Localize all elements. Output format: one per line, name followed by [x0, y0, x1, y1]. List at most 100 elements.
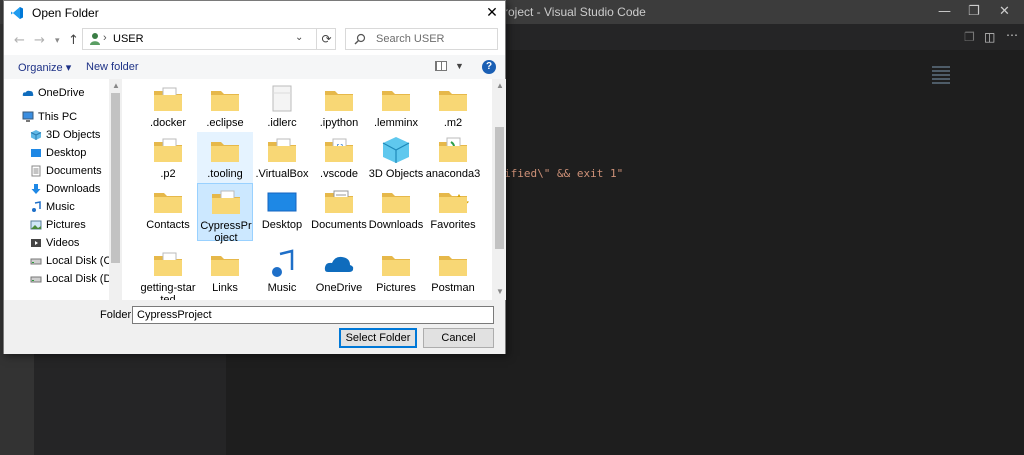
file-scroll-thumb[interactable]: [495, 127, 504, 249]
folder-item-contacts[interactable]: Contacts: [140, 183, 196, 241]
folder-item-getting-started[interactable]: getting-started: [140, 246, 196, 300]
minimap[interactable]: [932, 66, 950, 84]
select-folder-button[interactable]: Select Folder: [339, 328, 417, 348]
folder-item-virtualbox[interactable]: .VirtualBox: [254, 132, 310, 190]
folder-item-label: .m2: [443, 117, 463, 129]
organize-button[interactable]: Organize ▾: [18, 61, 71, 74]
sidebar-item-local-disk-d[interactable]: Local Disk (D:): [4, 271, 122, 289]
sidebar-item-documents[interactable]: Documents: [4, 163, 122, 181]
sidebar-item-downloads[interactable]: Downloads: [4, 181, 122, 199]
sidebar-item-local-disk-c[interactable]: Local Disk (C:): [4, 253, 122, 271]
recent-dropdown-icon[interactable]: ▾: [55, 36, 60, 46]
close-window-icon[interactable]: ✕: [999, 4, 1010, 19]
folder-item-onedrive[interactable]: OneDrive: [311, 246, 367, 300]
folder-item-downloads[interactable]: Downloads: [368, 183, 424, 241]
scroll-down-icon[interactable]: ▼: [496, 287, 504, 296]
folder-item-label: .lemminx: [373, 117, 418, 129]
folder-item-label: Contacts: [146, 219, 190, 231]
restore-icon[interactable]: ❐: [968, 4, 980, 19]
new-folder-button[interactable]: New folder: [86, 61, 139, 73]
folder-item-label: .vscode: [320, 168, 358, 180]
view-dropdown-icon[interactable]: ▼: [455, 61, 464, 71]
downloads-icon: [30, 183, 42, 195]
close-icon[interactable]: ✕: [482, 3, 502, 23]
folder-label: Folder:: [100, 309, 135, 321]
dialog-titlebar: Open Folder ✕: [4, 1, 505, 25]
dialog-title: Open Folder: [32, 6, 99, 20]
folder-item-links[interactable]: Links: [197, 246, 253, 300]
up-icon[interactable]: ↑: [68, 33, 79, 48]
sidebar-item-videos[interactable]: Videos: [4, 235, 122, 253]
folder-item-label: Music: [267, 282, 297, 294]
search-icon: [354, 33, 366, 45]
folder-item-eclipse[interactable]: .eclipse: [197, 81, 253, 139]
folder-name-field[interactable]: [132, 306, 494, 324]
folder-item-lemminx[interactable]: .lemminx: [368, 81, 424, 139]
folder-item-docker[interactable]: .docker: [140, 81, 196, 139]
folder-item-label: .VirtualBox: [255, 168, 309, 180]
dialog-footer: Folder: Select Folder Cancel: [4, 300, 505, 354]
sidebar-item-label: Pictures: [46, 219, 86, 231]
address-bar[interactable]: › USER ⌄ ⟳: [82, 28, 336, 50]
folder-item-label: Favorites: [430, 219, 476, 231]
folder-item-documents[interactable]: Documents: [311, 183, 367, 241]
copy-icon[interactable]: ❐: [964, 30, 975, 44]
folder-item-label: anaconda3: [425, 168, 481, 180]
user-folder-icon: [90, 33, 100, 45]
sidebar-item-label: OneDrive: [38, 87, 85, 99]
sidebar-item-music[interactable]: Music: [4, 199, 122, 217]
folder-item-m2[interactable]: .m2: [425, 81, 481, 139]
folder-item-idlerc[interactable]: .idlerc: [254, 81, 310, 139]
sidebar-item-label: Local Disk (C:): [46, 255, 119, 267]
folder-item-cypressproject[interactable]: CypressProject: [197, 183, 253, 244]
folder-item-music[interactable]: Music: [254, 246, 310, 300]
folder-item-vscode[interactable]: {}.vscode: [311, 132, 367, 190]
3d-objects-icon: [30, 129, 42, 141]
folder-item-p2[interactable]: .p2: [140, 132, 196, 190]
more-actions-icon[interactable]: ⋯: [1006, 28, 1018, 42]
music-icon: [30, 201, 42, 213]
folder-item-label: getting-started: [140, 282, 196, 300]
sidebar-item-label: Videos: [46, 237, 80, 249]
breadcrumb-user[interactable]: USER: [113, 33, 144, 45]
command-bar: Organize ▾ New folder ▼ ?: [4, 55, 505, 79]
view-options-icon[interactable]: [435, 61, 447, 71]
minimize-icon[interactable]: —: [938, 4, 951, 19]
folder-item-pictures[interactable]: Pictures: [368, 246, 424, 300]
folder-item-ipython[interactable]: .ipython: [311, 81, 367, 139]
folder-item-anaconda3[interactable]: anaconda3: [425, 132, 481, 190]
folder-item-label: Downloads: [368, 219, 424, 231]
onedrive-icon: [22, 87, 34, 99]
file-scrollbar[interactable]: ▲ ▼: [493, 79, 506, 300]
folder-item-tooling[interactable]: .tooling: [197, 132, 253, 190]
folder-item-label: CypressProject: [200, 220, 252, 244]
cancel-button[interactable]: Cancel: [423, 328, 494, 348]
back-icon[interactable]: ←: [14, 33, 25, 48]
folder-item-label: OneDrive: [315, 282, 363, 294]
scroll-up-icon[interactable]: ▲: [112, 81, 120, 90]
nav-scrollbar[interactable]: ▲: [109, 79, 122, 300]
vscode-icon: [11, 7, 23, 19]
sidebar-item-pictures[interactable]: Pictures: [4, 217, 122, 235]
chevron-down-icon[interactable]: ⌄: [295, 32, 303, 43]
folder-item-favorites[interactable]: Favorites: [425, 183, 481, 241]
scroll-up-icon[interactable]: ▲: [496, 81, 504, 90]
folder-item-label: Postman: [431, 282, 475, 294]
sidebar-item-3d-objects[interactable]: 3D Objects: [4, 127, 122, 145]
search-box[interactable]: Search USER: [345, 28, 498, 50]
folder-item-desktop[interactable]: Desktop: [254, 183, 310, 241]
vscode-title: roject - Visual Studio Code: [504, 5, 646, 19]
help-icon[interactable]: ?: [482, 60, 496, 74]
drive-icon: [30, 255, 42, 267]
sidebar-item-desktop[interactable]: Desktop: [4, 145, 122, 163]
nav-scroll-thumb[interactable]: [111, 93, 120, 263]
split-editor-icon[interactable]: ◫: [984, 30, 995, 44]
forward-icon[interactable]: →: [34, 33, 45, 48]
sidebar-item-onedrive[interactable]: OneDrive: [4, 85, 122, 103]
folder-item-label: .eclipse: [206, 117, 244, 129]
refresh-icon[interactable]: ⟳: [316, 29, 336, 49]
sidebar-item-this-pc[interactable]: This PC: [4, 109, 122, 127]
folder-item-postman[interactable]: Postman: [425, 246, 481, 300]
sidebar-item-label: Downloads: [46, 183, 101, 195]
folder-item-3d-objects[interactable]: 3D Objects: [368, 132, 424, 190]
